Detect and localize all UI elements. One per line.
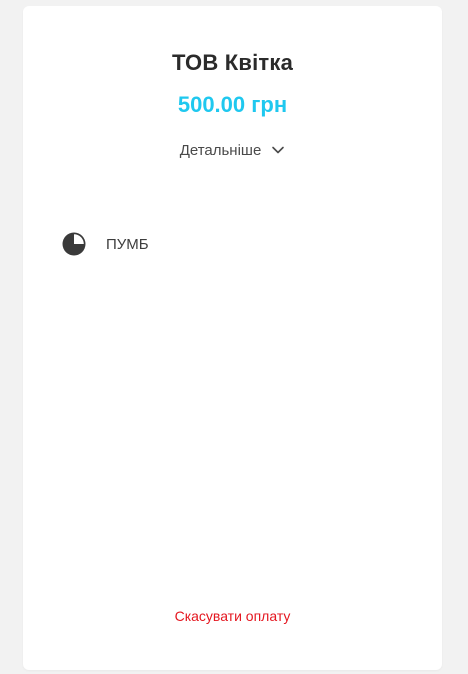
pie-chart-icon xyxy=(61,231,87,257)
bank-option-pumb[interactable]: ПУМБ xyxy=(61,230,149,258)
merchant-name: ТОВ Квітка xyxy=(171,50,294,75)
cancel-payment-link[interactable]: Скасувати оплату xyxy=(23,608,442,624)
chevron-down-icon xyxy=(271,143,285,157)
bank-name: ПУМБ xyxy=(106,235,149,253)
payment-card: ТОВ Квітка 500.00 грн Детальніше ПУМБ Ск… xyxy=(23,6,442,670)
details-toggle[interactable]: Детальніше xyxy=(23,138,442,162)
details-label: Детальніше xyxy=(179,141,262,159)
payment-amount: 500.00 грн xyxy=(177,92,288,117)
